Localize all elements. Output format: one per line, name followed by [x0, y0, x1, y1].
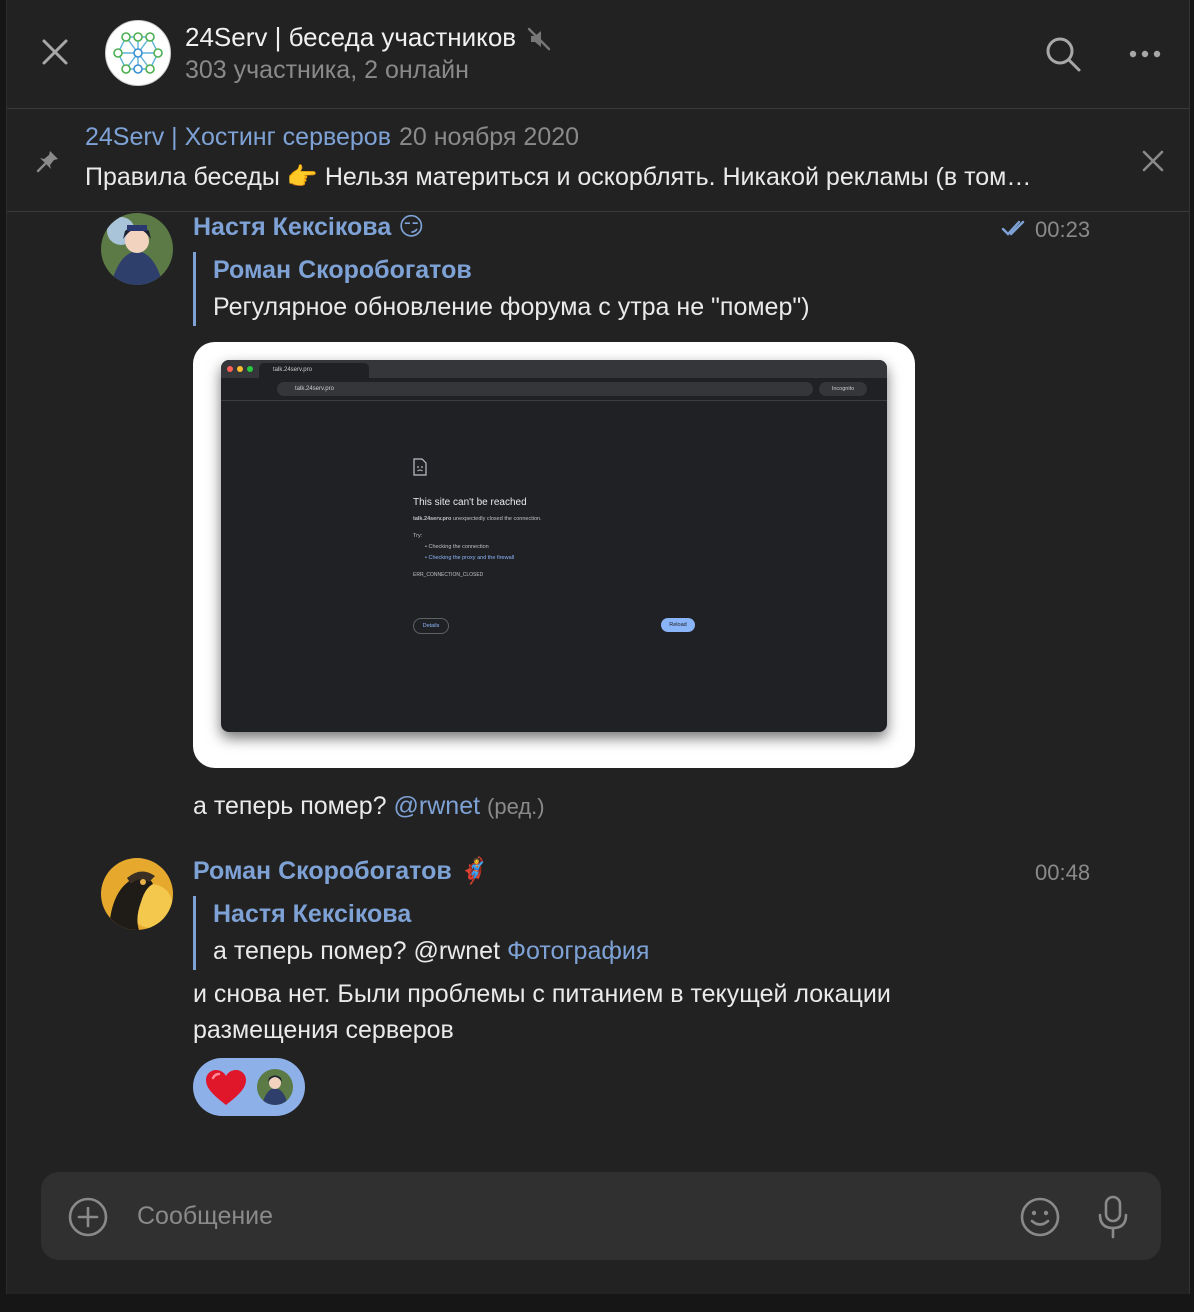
browser-toolbar: talk.24serv.pro Incognito [221, 378, 887, 401]
browser-address: talk.24serv.pro [277, 382, 813, 396]
reactor-avatar [257, 1069, 293, 1105]
screenshot-browser: talk.24serv.pro talk.24serv.pro Incognit… [221, 360, 887, 732]
author-status-emoji: 😏 [398, 213, 425, 241]
error-code: ERR_CONNECTION_CLOSED [413, 572, 484, 578]
details-button: Details [413, 618, 449, 634]
close-icon[interactable] [39, 36, 71, 68]
edited-label: (ред.) [487, 794, 545, 819]
error-try: Try: [413, 533, 423, 539]
reply-text: а теперь помер? @rwnet Фотография [213, 932, 649, 970]
error-tip-link-text: Checking the proxy and the firewall [428, 555, 515, 561]
message-time: 00:48 [1035, 860, 1091, 885]
group-avatar[interactable] [105, 20, 171, 86]
muted-icon [527, 27, 551, 51]
chat-title[interactable]: 24Serv | беседа участников [185, 22, 552, 53]
reply-quote[interactable]: Роман Скоробогатов Регулярное обновление… [193, 252, 810, 326]
reply-attachment-label: Фотография [507, 937, 650, 965]
heart-reaction-icon [206, 1070, 246, 1105]
error-domain: talk.24serv.pro [413, 516, 452, 522]
incognito-badge: Incognito [819, 382, 867, 396]
sad-file-icon [413, 458, 427, 476]
author-name: Настя Кексікова [193, 213, 392, 241]
reaction-chip[interactable]: ❤️ [193, 1058, 305, 1116]
search-icon[interactable] [1043, 34, 1083, 74]
reply-author: Роман Скоробогатов [213, 256, 472, 284]
pinned-author: 24Serv | Хостинг серверов [85, 123, 391, 151]
microphone-icon[interactable] [1095, 1194, 1131, 1240]
message-text: а теперь помер? @rwnet (ред.) [193, 788, 545, 825]
photo-attachment[interactable]: talk.24serv.pro talk.24serv.pro Incognit… [193, 342, 915, 768]
author-name: Роман Скоробогатов [193, 857, 452, 885]
message-line: размещения серверов [193, 1016, 454, 1044]
error-tip: • Checking the connection [425, 544, 489, 550]
mention-link[interactable]: @rwnet [394, 792, 481, 820]
emoji-icon[interactable] [1019, 1196, 1061, 1238]
pinned-date: 20 ноября 2020 [398, 123, 580, 151]
message-author[interactable]: Роман Скоробогатов 🦸 [193, 857, 490, 886]
more-options-icon[interactable] [1125, 44, 1165, 64]
author-status-emoji: 🦸 [458, 857, 490, 885]
avatar[interactable] [101, 213, 173, 285]
message-input[interactable]: Сообщение [137, 1202, 273, 1231]
pinned-message-bar[interactable]: 24Serv | Хостинг серверов 20 ноября 2020 … [7, 109, 1189, 212]
message-line: и снова нет. Были проблемы с питанием в … [193, 980, 891, 1008]
reply-text-body: а теперь помер? @rwnet [213, 937, 501, 965]
error-tip-text: Checking the connection [428, 544, 489, 550]
message-body: а теперь помер? [193, 792, 387, 820]
chat-title-text: 24Serv | беседа участников [185, 22, 517, 52]
error-tip-link: • Checking the proxy and the firewall [425, 555, 515, 561]
message-composer: Сообщение [41, 1172, 1161, 1260]
chat-header: 24Serv | беседа участников 303 участника… [7, 0, 1189, 109]
reload-button: Reload [661, 618, 695, 632]
close-pinned-icon[interactable] [1141, 149, 1165, 173]
message-author[interactable]: Настя Кексікова 😏 [193, 212, 424, 242]
reply-quote[interactable]: Настя Кексікова а теперь помер? @rwnet Ф… [193, 896, 649, 970]
browser-tab-bar: talk.24serv.pro [221, 360, 887, 378]
error-page: This site can't be reached talk.24serv.p… [413, 458, 713, 581]
chat-window: 24Serv | беседа участников 303 участника… [6, 0, 1190, 1294]
avatar[interactable] [101, 858, 173, 930]
message-text: и снова нет. Были проблемы с питанием в … [193, 976, 891, 1048]
error-heading: This site can't be reached [413, 497, 527, 508]
message-time: 00:23 [1035, 217, 1091, 242]
read-checkmarks-icon [1001, 220, 1025, 236]
attach-plus-icon[interactable] [67, 1196, 109, 1238]
reply-text: Регулярное обновление форума с утра не "… [213, 293, 810, 321]
browser-tab: talk.24serv.pro [259, 363, 369, 378]
error-detail-text: unexpectedly closed the connection. [451, 516, 542, 522]
pinned-title: 24Serv | Хостинг серверов 20 ноября 2020 [85, 123, 579, 152]
pin-icon [36, 151, 58, 173]
pinned-text: Правила беседы 👉 Нельзя материться и оск… [85, 163, 1032, 191]
reply-author: Настя Кексікова [213, 900, 412, 928]
error-detail: talk.24serv.pro unexpectedly closed the … [413, 514, 713, 525]
chat-subtitle: 303 участника, 2 онлайн [185, 56, 469, 84]
